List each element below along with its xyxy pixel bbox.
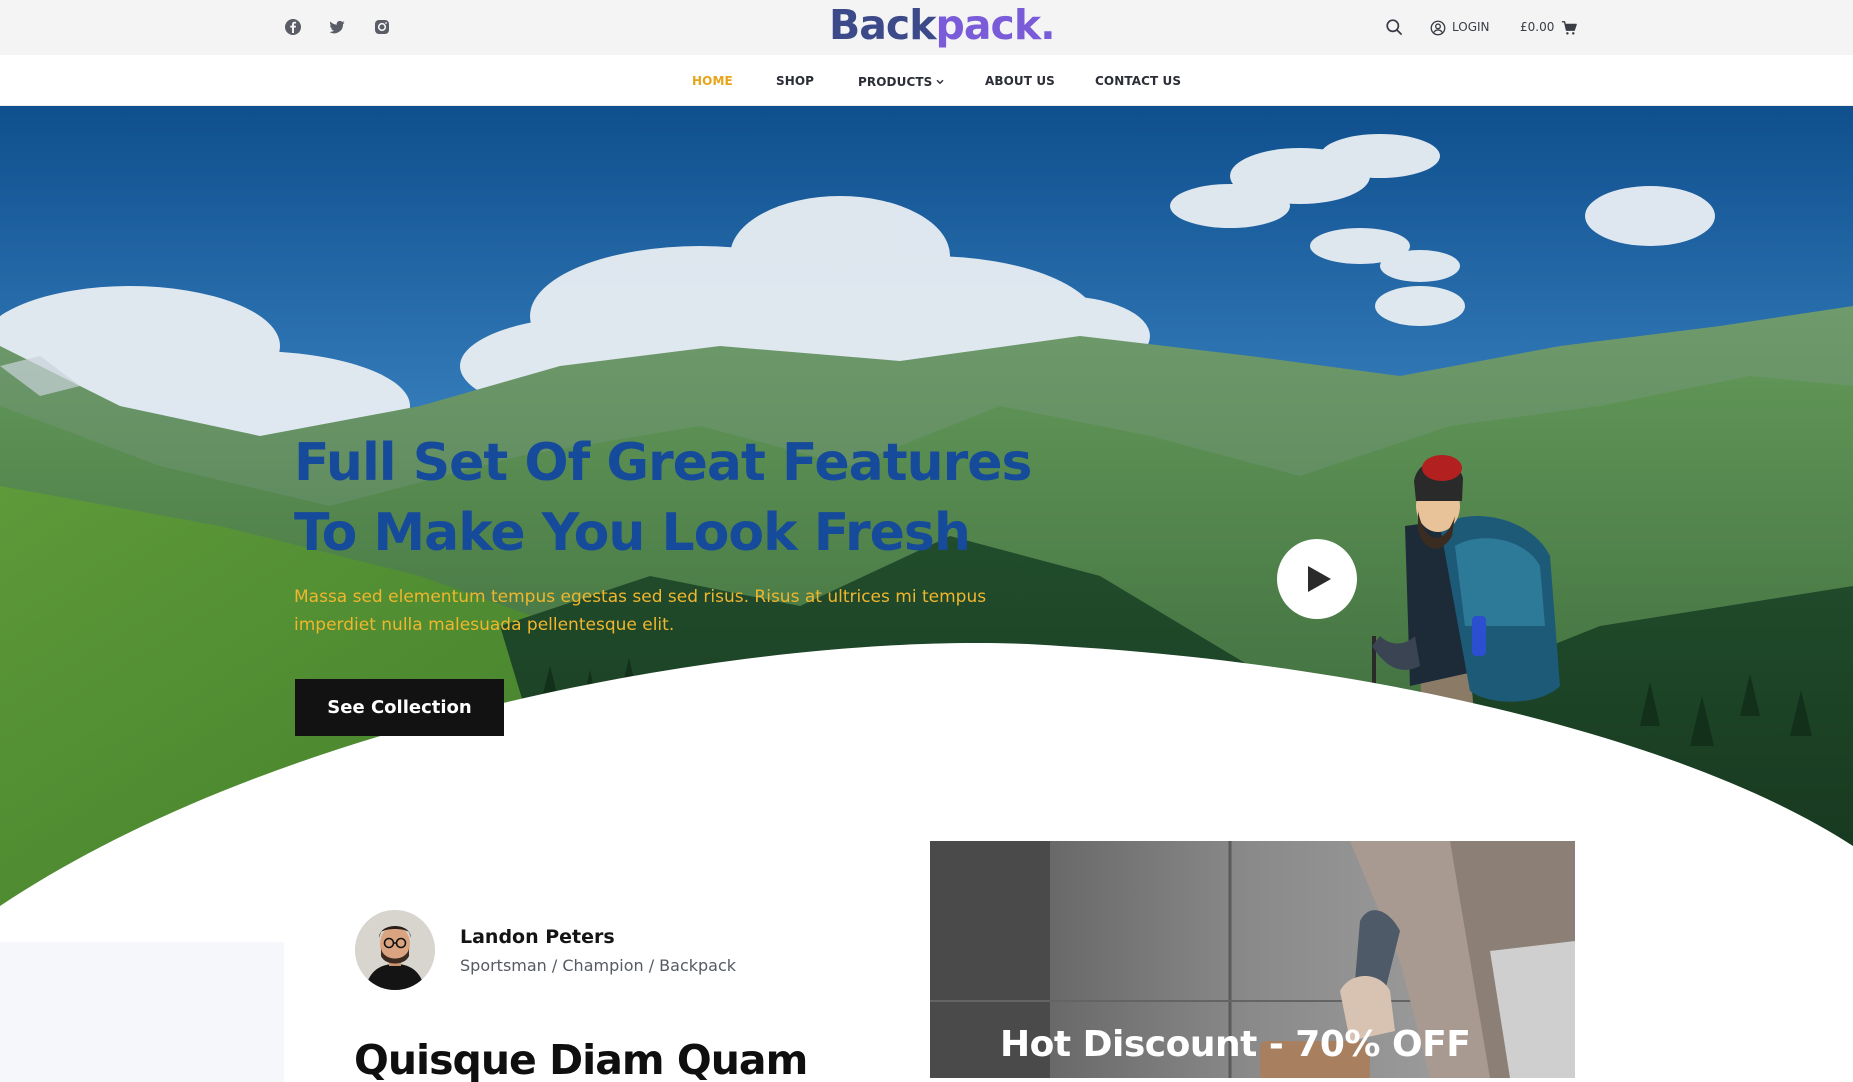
- nav-item-contact[interactable]: CONTACT US: [1095, 74, 1181, 88]
- nav-item-shop[interactable]: SHOP: [776, 74, 814, 88]
- profile-role: Sportsman / Champion / Backpack: [460, 956, 737, 975]
- logo-text-primary: Back: [829, 1, 936, 49]
- main-nav: HOME SHOP PRODUCTS ABOUT US CONTACT US: [0, 55, 1853, 106]
- hero-title: Full Set Of Great Features To Make You L…: [294, 428, 1074, 568]
- nav-item-products-label: PRODUCTS: [858, 75, 933, 89]
- left-side-panel: [0, 942, 284, 1082]
- chevron-down-icon: [936, 74, 944, 88]
- logo-text-accent: pack.: [935, 1, 1056, 49]
- play-video-button[interactable]: [1277, 539, 1357, 619]
- promo-text: Hot Discount - 70% OFF: [1000, 1024, 1471, 1065]
- play-icon: [1308, 566, 1331, 592]
- user-icon: [1430, 20, 1446, 36]
- cart-total: £0.00: [1520, 20, 1555, 34]
- promo-banner[interactable]: Hot Discount - 70% OFF: [930, 841, 1575, 1078]
- hero-title-line-2: To Make You Look Fresh: [294, 503, 971, 563]
- section-title: Quisque Diam Quam: [354, 1036, 808, 1082]
- hero-section: Full Set Of Great Features To Make You L…: [0, 106, 1853, 956]
- hero-title-line-1: Full Set Of Great Features: [294, 433, 1032, 493]
- cart-icon: [1561, 20, 1578, 36]
- facebook-icon[interactable]: [284, 18, 302, 36]
- see-collection-button[interactable]: See Collection: [295, 679, 504, 736]
- nav-item-home[interactable]: HOME: [692, 74, 733, 88]
- login-link[interactable]: LOGIN: [1430, 18, 1490, 37]
- profile-name: Landon Peters: [460, 926, 615, 948]
- avatar: [355, 910, 435, 990]
- search-icon[interactable]: [1385, 18, 1403, 37]
- hero-subtitle: Massa sed elementum tempus egestas sed s…: [294, 587, 987, 635]
- nav-item-products[interactable]: PRODUCTS: [858, 74, 944, 89]
- login-label: LOGIN: [1452, 20, 1490, 34]
- twitter-icon[interactable]: [328, 18, 346, 36]
- instagram-icon[interactable]: [373, 18, 391, 36]
- top-bar: Backpack. LOGIN £0.00: [0, 0, 1853, 55]
- site-logo[interactable]: Backpack.: [829, 0, 1056, 50]
- nav-item-about[interactable]: ABOUT US: [985, 74, 1055, 88]
- cart-link[interactable]: £0.00: [1520, 18, 1578, 37]
